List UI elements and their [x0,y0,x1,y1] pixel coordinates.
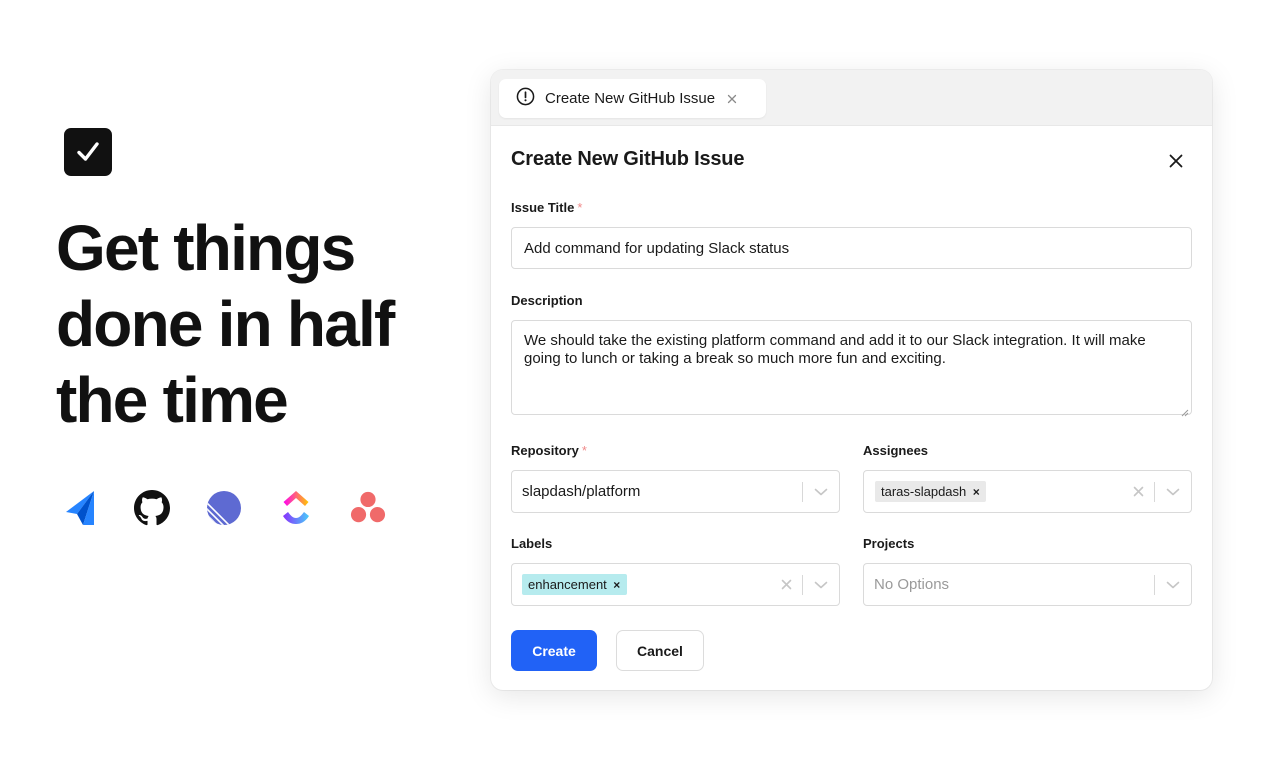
assignee-chip-label: taras-slapdash [881,484,967,499]
select-indicators [1122,471,1191,512]
required-mark: * [581,443,587,458]
select-indicators [770,564,839,605]
headline-line: done in half [56,288,395,360]
assignees-label: Assignees [863,443,929,458]
issue-title-input[interactable]: Add command for updating Slack status [511,227,1192,269]
clear-icon[interactable] [1122,471,1154,512]
integration-logos [62,488,422,528]
tab-create-issue[interactable]: Create New GitHub Issue [499,79,766,118]
chevron-down-icon[interactable] [803,564,839,605]
chevron-down-icon[interactable] [1155,564,1191,605]
repository-label: Repository * [511,443,587,458]
chevron-down-icon[interactable] [803,471,839,512]
projects-select[interactable]: No Options [863,563,1192,606]
alert-circle-icon [516,87,535,111]
labels-label: Labels [511,536,553,551]
hero-headline: Get things done in half the time [56,210,446,438]
description-label: Description [511,293,583,308]
label-chip: enhancement × [522,574,627,595]
github-icon [134,488,170,528]
projects-placeholder: No Options [874,576,950,593]
hero-section: Get things done in half the time [56,0,456,760]
labels-select[interactable]: enhancement × [511,563,840,606]
create-button[interactable]: Create [511,630,597,671]
required-mark: * [577,200,583,215]
label-chip-label: enhancement [528,577,607,592]
remove-chip-icon[interactable]: × [607,574,627,595]
repository-value: slapdash/platform [522,483,641,500]
checkbox-icon [64,128,112,176]
linear-icon [206,488,242,528]
description-textarea[interactable]: We should take the existing platform com… [511,320,1192,417]
issue-title-value: Add command for updating Slack status [524,239,790,257]
tab-label: Create New GitHub Issue [545,90,716,107]
headline-line: Get things [56,212,356,284]
dialog-title: Create New GitHub Issue [511,148,745,170]
select-indicators [1154,564,1191,605]
assignees-select[interactable]: taras-slapdash × [863,470,1192,513]
close-dialog-icon[interactable] [1167,152,1185,170]
app-window: Create New GitHub Issue Create New GitHu… [491,70,1212,690]
jira-icon [62,488,98,528]
asana-icon [350,488,386,528]
tab-bar: Create New GitHub Issue [491,70,1212,126]
cancel-button[interactable]: Cancel [616,630,704,671]
resize-handle-icon[interactable] [1181,404,1189,417]
close-icon[interactable] [725,92,739,106]
remove-chip-icon[interactable]: × [966,481,986,502]
clear-icon[interactable] [770,564,802,605]
assignee-chip: taras-slapdash × [875,481,987,502]
clickup-icon [278,488,314,528]
issue-title-label-text: Issue Title [511,200,575,215]
repository-label-text: Repository [511,443,579,458]
headline-line: the time [56,364,289,436]
chevron-down-icon[interactable] [1155,471,1191,512]
repository-select[interactable]: slapdash/platform [511,470,840,513]
projects-label: Projects [863,536,915,551]
issue-title-label: Issue Title * [511,200,582,215]
select-indicators [802,471,839,512]
description-value: We should take the existing platform com… [524,332,1146,367]
